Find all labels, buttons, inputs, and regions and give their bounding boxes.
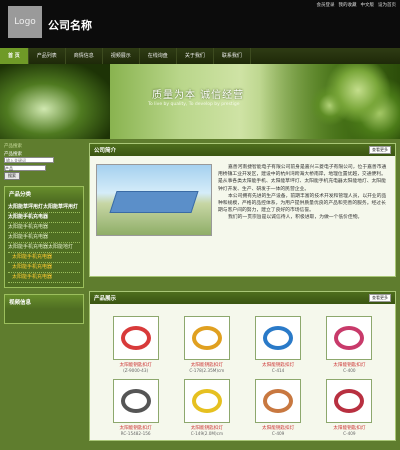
collar-icon bbox=[334, 389, 365, 413]
collar-icon bbox=[191, 326, 222, 350]
product-code: C-149(2.0M)cm bbox=[190, 431, 224, 436]
products-more-button[interactable]: 查看更多 bbox=[369, 294, 391, 302]
about-paragraph: 我们的一贯宗旨是以诚信待人，积极进取，为做一个低价佳物。 bbox=[228, 215, 363, 221]
product-image[interactable] bbox=[255, 379, 302, 423]
category-subitem[interactable]: 太阳能手机充电器 bbox=[8, 273, 80, 283]
login-link[interactable]: 会员登录 bbox=[317, 2, 335, 8]
collar-icon bbox=[120, 326, 151, 350]
sidebar: 产品搜索 产品搜索 产品 搜索 产品分类 太阳能草坪用灯太阳能草坪用灯 太阳能手… bbox=[4, 143, 84, 441]
about-panel: 公司简介 查看更多 嘉善河南捷智能电子有限公司前身是嘉兴三菱电子有限公司，位于嘉… bbox=[89, 143, 396, 277]
category-subitem[interactable]: 太阳能手机充电器 bbox=[8, 263, 80, 273]
nav-about[interactable]: 关于我们 bbox=[177, 48, 214, 64]
nav-products[interactable]: 产品列表 bbox=[29, 48, 66, 64]
header: Logo 公司名称 会员登录 我的收藏 中文版 设为首页 bbox=[0, 0, 400, 48]
language-link[interactable]: 中文版 bbox=[361, 2, 375, 8]
product-image[interactable] bbox=[255, 316, 302, 360]
banner-bottle-image bbox=[0, 64, 110, 139]
company-name: 公司名称 bbox=[48, 19, 92, 32]
nav-news[interactable]: 商情信息 bbox=[66, 48, 103, 64]
favorites-link[interactable]: 我的收藏 bbox=[339, 2, 357, 8]
logo[interactable]: Logo bbox=[8, 6, 42, 38]
products-header: 产品展示 查看更多 bbox=[90, 292, 395, 304]
collar-icon bbox=[334, 326, 365, 350]
product-card[interactable]: 太阳能钥匙扣灯 (Z-9000-43) bbox=[100, 316, 171, 373]
nav-video[interactable]: 视频展示 bbox=[103, 48, 140, 64]
category-item[interactable]: 太阳能手机充电器 bbox=[8, 223, 80, 233]
product-code: RC-15482-156 bbox=[120, 431, 151, 436]
product-code: C-400 bbox=[343, 368, 356, 373]
product-card[interactable]: 太阳能钥匙扣灯 C-149(2.0M)cm bbox=[171, 379, 242, 436]
banner-slogan-en: To live by quality, To develop by presti… bbox=[148, 102, 240, 107]
about-text: 嘉善河南捷智能电子有限公司前身是嘉兴三菱电子有限公司，位于嘉善市通用桥镇工业开发… bbox=[218, 164, 389, 270]
about-paragraph: 本公司拥有先进的生产设备，前期丰富的技术开发和管理人员，以开业的品种和规模，严格… bbox=[218, 193, 387, 214]
products-panel: 产品展示 查看更多 太阳能钥匙扣灯 (Z-9000-43) 太阳能钥匙扣灯 C-178… bbox=[89, 291, 396, 441]
product-card[interactable]: 太阳能钥匙扣灯 RC-15482-156 bbox=[100, 379, 171, 436]
search-button[interactable]: 搜索 bbox=[4, 171, 20, 180]
category-item[interactable]: 太阳能草坪用灯太阳能草坪用灯 bbox=[8, 203, 80, 213]
about-title: 公司简介 bbox=[94, 148, 117, 154]
video-body bbox=[5, 309, 83, 323]
product-grid: 太阳能钥匙扣灯 (Z-9000-43) 太阳能钥匙扣灯 C-178(2.35M)cm 太… bbox=[90, 304, 395, 440]
category-title: 产品分类 bbox=[5, 186, 83, 201]
banner: 质量为本 诚信经营 To live by quality, To develop… bbox=[0, 64, 400, 139]
main-nav: 首 页 产品列表 商情信息 视频展示 在线询盘 关于我们 联系我们 bbox=[0, 48, 400, 64]
about-more-button[interactable]: 查看更多 bbox=[369, 146, 391, 154]
search-category-select[interactable]: 产品 bbox=[4, 164, 46, 171]
nav-contact[interactable]: 联系我们 bbox=[214, 48, 251, 64]
product-code: C-409 bbox=[343, 431, 356, 436]
product-card[interactable]: 太阳能钥匙扣灯 C-409 bbox=[243, 379, 314, 436]
product-image[interactable] bbox=[183, 379, 230, 423]
product-card[interactable]: 太阳能钥匙扣灯 C-414 bbox=[243, 316, 314, 373]
product-code: (Z-9000-43) bbox=[123, 368, 149, 373]
product-card[interactable]: 太阳能钥匙扣灯 C-400 bbox=[314, 316, 385, 373]
nav-home[interactable]: 首 页 bbox=[0, 48, 29, 64]
product-card[interactable]: 太阳能钥匙扣灯 C-409 bbox=[314, 379, 385, 436]
product-code: C-414 bbox=[271, 368, 285, 373]
category-list: 太阳能草坪用灯太阳能草坪用灯 太阳能手机充电器 太阳能手机充电器 太阳能手机充电… bbox=[5, 201, 83, 287]
banner-grapes-image bbox=[260, 64, 400, 139]
collar-icon bbox=[120, 389, 151, 413]
category-box: 产品分类 太阳能草坪用灯太阳能草坪用灯 太阳能手机充电器 太阳能手机充电器 太阳… bbox=[4, 185, 84, 288]
nav-inquiry[interactable]: 在线询盘 bbox=[140, 48, 177, 64]
product-image[interactable] bbox=[112, 379, 159, 423]
search-input[interactable] bbox=[4, 157, 54, 163]
category-item[interactable]: 太阳能手机充电器 bbox=[8, 213, 80, 223]
factory-building bbox=[109, 191, 199, 213]
search-title: 产品搜索 bbox=[4, 144, 22, 149]
product-image[interactable] bbox=[326, 316, 373, 360]
video-box: 视频信息 bbox=[4, 293, 84, 324]
product-image[interactable] bbox=[112, 316, 159, 360]
category-item[interactable]: 太阳能手机充电器太阳能地灯 bbox=[8, 243, 80, 253]
category-subitem[interactable]: 太阳能手机充电器 bbox=[8, 253, 80, 263]
top-links: 会员登录 我的收藏 中文版 设为首页 bbox=[317, 2, 397, 8]
product-image[interactable] bbox=[183, 316, 230, 360]
about-header: 公司简介 查看更多 bbox=[90, 144, 395, 156]
product-code: C-178(2.35M)cm bbox=[189, 368, 225, 373]
main: 公司简介 查看更多 嘉善河南捷智能电子有限公司前身是嘉兴三菱电子有限公司，位于嘉… bbox=[89, 143, 396, 441]
about-body: 嘉善河南捷智能电子有限公司前身是嘉兴三菱电子有限公司，位于嘉善市通用桥镇工业开发… bbox=[90, 156, 395, 276]
factory-image bbox=[96, 164, 212, 236]
products-title: 产品展示 bbox=[94, 296, 117, 302]
set-homepage-link[interactable]: 设为首页 bbox=[378, 2, 396, 8]
collar-icon bbox=[191, 389, 222, 413]
content: 产品搜索 产品搜索 产品 搜索 产品分类 太阳能草坪用灯太阳能草坪用灯 太阳能手… bbox=[0, 139, 400, 441]
video-title: 视频信息 bbox=[5, 294, 83, 309]
category-item[interactable]: 太阳能手机充电器 bbox=[8, 233, 80, 243]
collar-icon bbox=[263, 389, 294, 413]
product-code: C-409 bbox=[271, 431, 285, 436]
product-card[interactable]: 太阳能钥匙扣灯 C-178(2.35M)cm bbox=[171, 316, 242, 373]
product-image[interactable] bbox=[326, 379, 373, 423]
about-paragraph: 嘉善河南捷智能电子有限公司前身是嘉兴三菱电子有限公司，位于嘉善市通用桥镇工业开发… bbox=[218, 165, 387, 192]
banner-slogan: 质量为本 诚信经营 bbox=[152, 90, 245, 101]
collar-icon bbox=[263, 326, 294, 350]
